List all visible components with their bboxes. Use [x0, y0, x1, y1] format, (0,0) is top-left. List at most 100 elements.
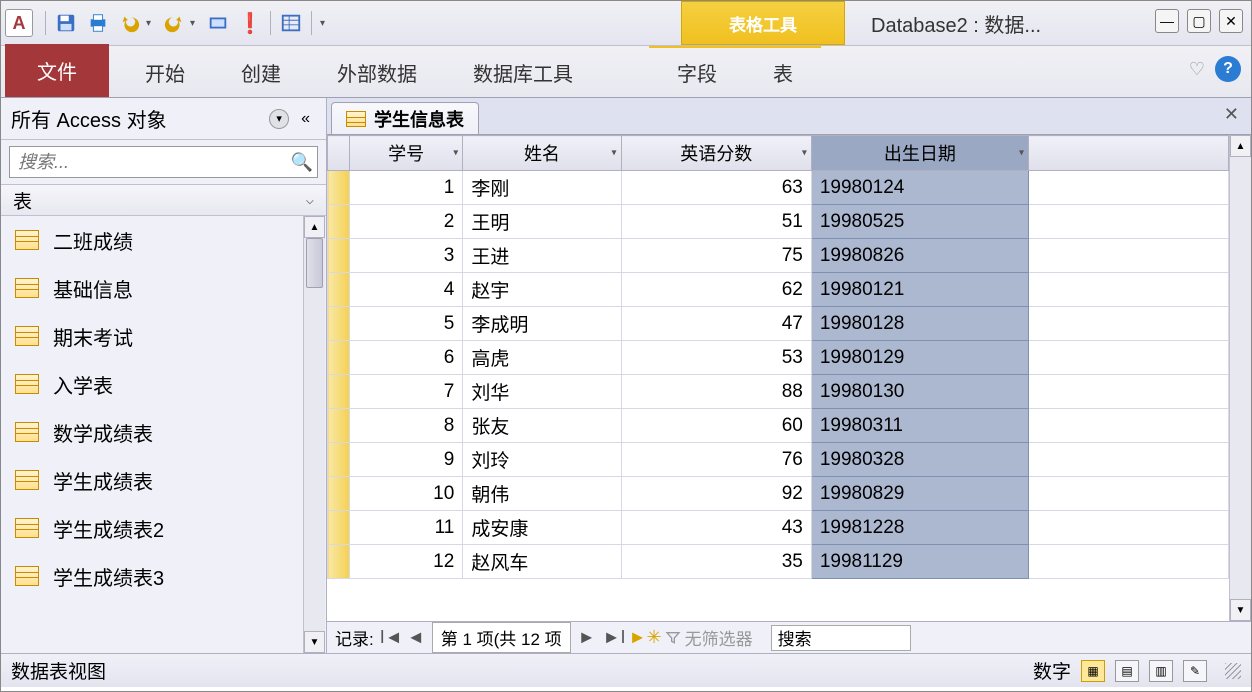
first-record-icon[interactable]: I◄: [380, 627, 400, 648]
tab-file[interactable]: 文件: [5, 44, 109, 97]
nav-item-table[interactable]: 期末考试: [1, 312, 302, 360]
column-header-dob[interactable]: 出生日期▾: [811, 136, 1028, 171]
cell-id[interactable]: 12: [350, 545, 463, 579]
cell-score[interactable]: 47: [621, 307, 811, 341]
cell-dob[interactable]: 19980129: [811, 341, 1028, 375]
nav-group-header-tables[interactable]: 表 ⌵: [1, 184, 326, 216]
cell-id[interactable]: 7: [350, 375, 463, 409]
tab-create[interactable]: 创建: [213, 48, 309, 97]
cell-empty[interactable]: [1029, 171, 1229, 205]
cell-empty[interactable]: [1029, 545, 1229, 579]
table-row[interactable]: 5李成明4719980128: [328, 307, 1229, 341]
cell-score[interactable]: 76: [621, 443, 811, 477]
nav-item-table[interactable]: 学生成绩表3: [1, 552, 302, 600]
nav-scrollbar[interactable]: ▲ ▼: [303, 216, 325, 653]
cell-score[interactable]: 88: [621, 375, 811, 409]
table-row[interactable]: 12赵风车3519981129: [328, 545, 1229, 579]
row-selector[interactable]: [328, 171, 350, 205]
cell-empty[interactable]: [1029, 239, 1229, 273]
add-new-field[interactable]: [1029, 136, 1229, 171]
tab-table[interactable]: 表: [745, 46, 821, 97]
cell-dob[interactable]: 19980826: [811, 239, 1028, 273]
nav-search-input[interactable]: [10, 152, 287, 173]
row-selector[interactable]: [328, 205, 350, 239]
redo-icon[interactable]: [160, 9, 188, 37]
filter-indicator[interactable]: 无筛选器: [665, 625, 753, 650]
cell-name[interactable]: 张友: [463, 409, 621, 443]
cell-score[interactable]: 53: [621, 341, 811, 375]
refresh-icon[interactable]: ❗: [236, 9, 264, 37]
tab-home[interactable]: 开始: [117, 48, 213, 97]
document-tab[interactable]: 学生信息表: [331, 102, 479, 134]
table-row[interactable]: 10朝伟9219980829: [328, 477, 1229, 511]
cell-score[interactable]: 75: [621, 239, 811, 273]
column-header-name[interactable]: 姓名▾: [463, 136, 621, 171]
undo-icon[interactable]: [116, 9, 144, 37]
table-row[interactable]: 2王明5119980525: [328, 205, 1229, 239]
scroll-down-icon[interactable]: ▼: [1230, 599, 1251, 621]
nav-item-table[interactable]: 二班成绩: [1, 216, 302, 264]
cell-id[interactable]: 3: [350, 239, 463, 273]
cell-empty[interactable]: [1029, 511, 1229, 545]
qat-customize-icon[interactable]: ▾: [320, 18, 332, 29]
datasheet-view-icon[interactable]: [277, 9, 305, 37]
cell-score[interactable]: 51: [621, 205, 811, 239]
cell-score[interactable]: 35: [621, 545, 811, 579]
pivot-table-view-button[interactable]: ▤: [1115, 660, 1139, 682]
cell-name[interactable]: 王进: [463, 239, 621, 273]
cell-dob[interactable]: 19980121: [811, 273, 1028, 307]
select-all-corner[interactable]: [328, 136, 350, 171]
cell-id[interactable]: 1: [350, 171, 463, 205]
column-dropdown-icon[interactable]: ▾: [453, 148, 458, 159]
resize-grip-icon[interactable]: [1225, 663, 1241, 679]
table-row[interactable]: 8张友6019980311: [328, 409, 1229, 443]
design-view-button[interactable]: ✎: [1183, 660, 1207, 682]
table-row[interactable]: 6高虎5319980129: [328, 341, 1229, 375]
cell-dob[interactable]: 19980525: [811, 205, 1028, 239]
row-selector[interactable]: [328, 239, 350, 273]
new-record-icon[interactable]: ►✳: [629, 627, 649, 648]
cell-dob[interactable]: 19980130: [811, 375, 1028, 409]
nav-item-table[interactable]: 入学表: [1, 360, 302, 408]
column-header-id[interactable]: 学号▾: [350, 136, 463, 171]
cell-id[interactable]: 8: [350, 409, 463, 443]
nav-item-table[interactable]: 数学成绩表: [1, 408, 302, 456]
cell-id[interactable]: 4: [350, 273, 463, 307]
column-header-score[interactable]: 英语分数▾: [621, 136, 811, 171]
nav-item-table[interactable]: 学生成绩表2: [1, 504, 302, 552]
cell-empty[interactable]: [1029, 443, 1229, 477]
record-position[interactable]: 第 1 项(共 12 项: [432, 622, 571, 653]
cell-score[interactable]: 92: [621, 477, 811, 511]
prev-record-icon[interactable]: ◄: [406, 627, 426, 648]
row-selector[interactable]: [328, 273, 350, 307]
tab-external-data[interactable]: 外部数据: [309, 48, 445, 97]
cell-name[interactable]: 王明: [463, 205, 621, 239]
vertical-scrollbar[interactable]: ▲ ▼: [1229, 135, 1251, 621]
cell-name[interactable]: 赵宇: [463, 273, 621, 307]
cell-empty[interactable]: [1029, 205, 1229, 239]
close-button[interactable]: ✕: [1219, 9, 1243, 33]
cell-id[interactable]: 2: [350, 205, 463, 239]
cell-empty[interactable]: [1029, 307, 1229, 341]
minimize-button[interactable]: —: [1155, 9, 1179, 33]
nav-item-table[interactable]: 学生成绩表: [1, 456, 302, 504]
cell-empty[interactable]: [1029, 409, 1229, 443]
row-selector[interactable]: [328, 545, 350, 579]
mode-icon[interactable]: [204, 9, 232, 37]
row-selector[interactable]: [328, 511, 350, 545]
quick-print-icon[interactable]: [84, 9, 112, 37]
row-selector[interactable]: [328, 307, 350, 341]
cell-score[interactable]: 63: [621, 171, 811, 205]
cell-empty[interactable]: [1029, 477, 1229, 511]
table-row[interactable]: 11成安康4319981228: [328, 511, 1229, 545]
cell-empty[interactable]: [1029, 375, 1229, 409]
close-tab-icon[interactable]: ✕: [1224, 104, 1239, 125]
datasheet-view-button[interactable]: ▦: [1081, 660, 1105, 682]
tab-database-tools[interactable]: 数据库工具: [445, 48, 601, 97]
undo-dropdown-icon[interactable]: ▾: [146, 18, 158, 29]
row-selector[interactable]: [328, 409, 350, 443]
pivot-chart-view-button[interactable]: ▥: [1149, 660, 1173, 682]
cell-score[interactable]: 62: [621, 273, 811, 307]
cell-name[interactable]: 成安康: [463, 511, 621, 545]
last-record-icon[interactable]: ►I: [603, 627, 623, 648]
